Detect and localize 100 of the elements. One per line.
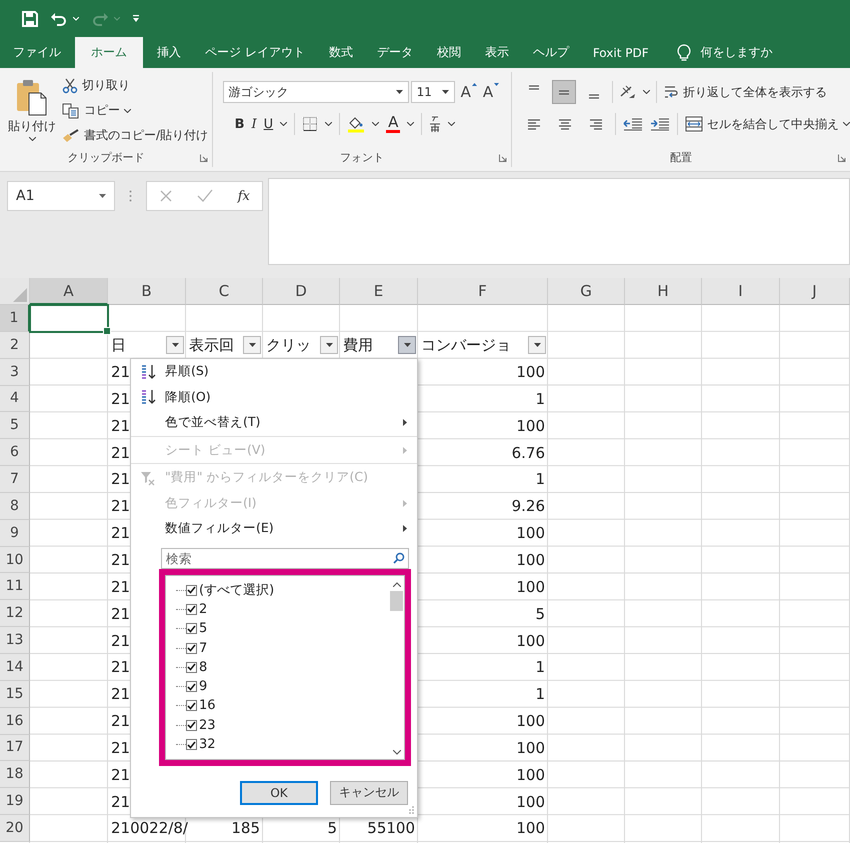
ribbon-tab[interactable]: ファイル <box>1 37 73 68</box>
underline-button[interactable]: U <box>264 116 274 132</box>
filter-dropdown-button[interactable] <box>320 336 338 354</box>
paste-button[interactable]: 貼り付け <box>6 74 58 147</box>
menu-item[interactable]: 降順(O) <box>131 384 417 410</box>
row-header[interactable]: 12 <box>0 600 30 628</box>
customize-toolbar-button[interactable] <box>132 14 140 22</box>
menu-item[interactable]: 数値フィルター(E) <box>131 516 417 542</box>
row-header[interactable]: 8 <box>0 492 30 520</box>
row-header[interactable]: 7 <box>0 466 30 493</box>
column-header[interactable]: B <box>108 278 186 305</box>
row-header[interactable]: 3 <box>0 358 30 386</box>
row-header[interactable]: 14 <box>0 654 30 681</box>
save-button[interactable] <box>22 10 38 26</box>
scroll-thumb[interactable] <box>390 590 403 610</box>
dialog-launcher-icon[interactable] <box>838 154 846 162</box>
column-header[interactable]: I <box>702 278 780 305</box>
wrap-text-button[interactable]: 折り返して全体を表示する <box>663 80 827 104</box>
column-header[interactable]: H <box>625 278 702 305</box>
row-header[interactable]: 20 <box>0 815 30 842</box>
row-header[interactable]: 4 <box>0 386 30 412</box>
cancel-button[interactable]: キャンセル <box>330 780 408 804</box>
decrease-indent-icon[interactable] <box>623 116 643 132</box>
filter-dropdown-button[interactable] <box>166 336 184 354</box>
row-header[interactable]: 2 <box>0 332 30 359</box>
filter-dropdown-button[interactable] <box>528 336 546 354</box>
row-header[interactable]: 6 <box>0 439 30 466</box>
ribbon-tab[interactable]: 数式 <box>316 37 365 68</box>
ribbon-tab[interactable]: ページ レイアウト <box>193 37 317 68</box>
caret-icon[interactable] <box>643 90 650 94</box>
checkbox[interactable] <box>186 739 197 750</box>
tell-me-search[interactable]: 何をしますか <box>700 44 773 61</box>
ribbon-tab[interactable]: Foxit PDF <box>580 37 661 68</box>
formula-input-field[interactable] <box>268 178 850 265</box>
checkbox[interactable] <box>186 584 197 596</box>
caret-icon[interactable] <box>280 122 288 126</box>
row-header[interactable]: 19 <box>0 788 30 816</box>
column-header[interactable]: A <box>30 278 108 305</box>
dialog-launcher-icon[interactable] <box>499 154 507 162</box>
row-header[interactable]: 5 <box>0 412 30 440</box>
column-header[interactable]: F <box>418 278 548 305</box>
row-header[interactable]: 18 <box>0 761 30 788</box>
caret-icon[interactable] <box>448 122 456 126</box>
column-header[interactable]: J <box>780 278 850 305</box>
font-color-button[interactable]: A <box>386 115 400 133</box>
fill-bucket-icon[interactable] <box>347 115 366 133</box>
column-header[interactable]: E <box>340 278 418 305</box>
row-header[interactable]: 17 <box>0 734 30 762</box>
increase-font-size-button[interactable]: A <box>460 83 477 101</box>
cut-button[interactable]: 切り取り <box>62 74 208 97</box>
format-painter-button[interactable]: 書式のコピー/貼り付け <box>62 124 208 147</box>
row-header[interactable]: 10 <box>0 546 30 574</box>
ok-button[interactable]: OK <box>240 780 318 804</box>
checkbox[interactable] <box>186 623 197 634</box>
column-header[interactable]: C <box>186 278 263 305</box>
checkbox[interactable] <box>186 662 197 673</box>
phonetic-guide-icon[interactable] <box>429 115 442 133</box>
ribbon-tab[interactable]: 表示 <box>472 37 521 68</box>
row-header[interactable]: 9 <box>0 520 30 547</box>
borders-icon[interactable] <box>302 116 318 132</box>
search-field[interactable]: 検索 <box>161 548 409 568</box>
ribbon-tab[interactable]: 校閲 <box>424 37 473 68</box>
row-header[interactable]: 11 <box>0 573 30 600</box>
increase-indent-icon[interactable] <box>650 116 670 132</box>
row-header[interactable]: 16 <box>0 708 30 734</box>
italic-button[interactable]: I <box>252 116 257 132</box>
checkbox[interactable] <box>186 700 197 712</box>
ribbon-tab[interactable]: ホーム <box>75 37 143 68</box>
middle-align-button[interactable] <box>552 80 576 104</box>
checkbox[interactable] <box>186 642 197 654</box>
caret-icon[interactable] <box>325 122 332 126</box>
ribbon-tab[interactable]: データ <box>364 37 425 68</box>
caret-icon[interactable] <box>372 122 380 126</box>
column-header[interactable]: G <box>548 278 625 305</box>
menu-item[interactable]: 昇順(S) <box>131 359 417 384</box>
decrease-font-size-button[interactable]: A <box>482 83 500 101</box>
ribbon-tab[interactable]: 挿入 <box>145 37 193 68</box>
checkbox[interactable] <box>186 604 197 615</box>
merge-and-center-button[interactable]: セルを結合して中央揃え <box>685 112 850 136</box>
column-header[interactable]: D <box>263 278 340 305</box>
filter-dropdown-button[interactable] <box>243 336 261 354</box>
text-orientation-icon[interactable] <box>619 84 637 100</box>
font-name-field[interactable]: 游ゴシック <box>222 81 409 103</box>
menu-item[interactable]: 色で並べ替え(T) <box>131 410 417 436</box>
name-box[interactable]: A1 <box>7 181 115 211</box>
dialog-launcher-icon[interactable] <box>200 154 208 162</box>
checkbox[interactable] <box>186 681 197 692</box>
row-header[interactable]: 13 <box>0 627 30 654</box>
row-header[interactable]: 1 <box>0 305 30 332</box>
ribbon-tab[interactable]: ヘルプ <box>520 37 581 68</box>
row-header[interactable]: 15 <box>0 680 30 708</box>
font-size-field[interactable]: 11 <box>410 81 455 103</box>
caret-icon[interactable] <box>407 122 414 126</box>
undo-button[interactable] <box>50 10 79 26</box>
copy-button[interactable]: コピー <box>62 99 208 122</box>
filter-dropdown-button[interactable] <box>398 336 416 354</box>
splitter-handle-icon[interactable] <box>129 190 132 202</box>
insert-function-button[interactable]: fx <box>238 188 250 204</box>
checkbox[interactable] <box>186 720 197 731</box>
bold-button[interactable]: B <box>234 116 244 132</box>
